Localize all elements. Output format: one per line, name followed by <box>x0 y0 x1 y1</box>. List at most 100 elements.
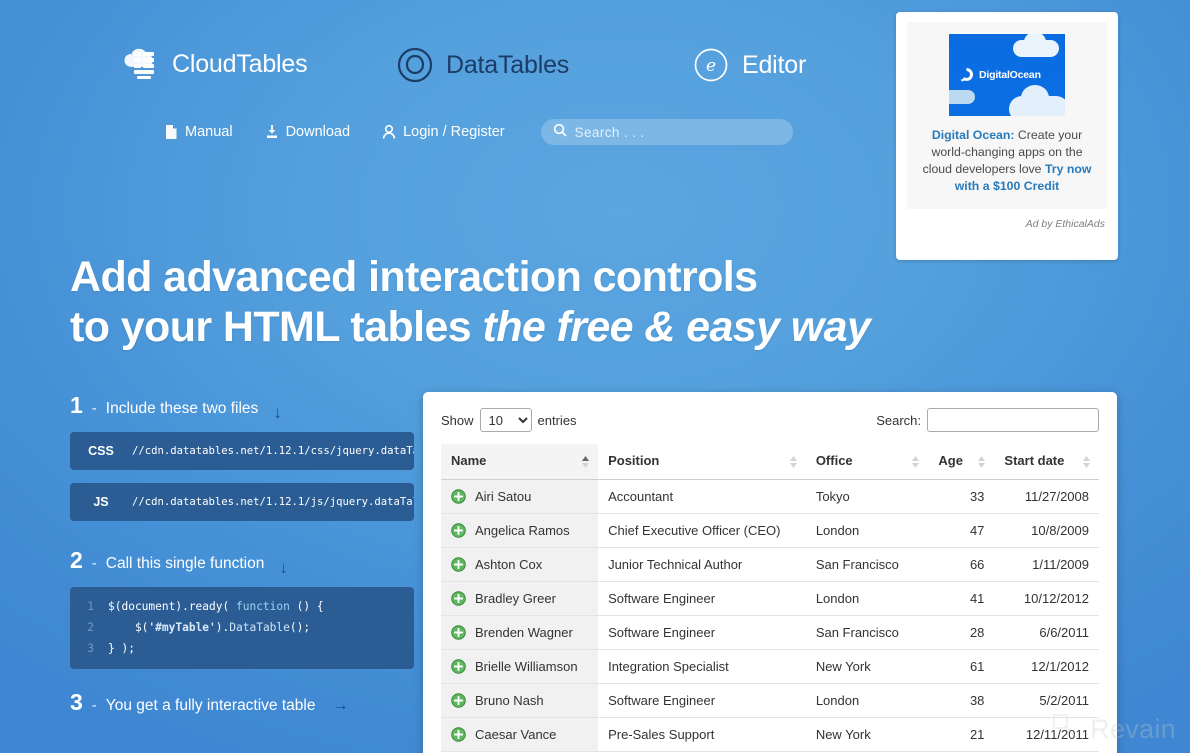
column-header-name[interactable]: Name <box>441 444 599 480</box>
nav-item-manual[interactable]: Manual <box>164 124 233 140</box>
name-cell: Brenden Wagner <box>451 625 588 640</box>
svg-text:e: e <box>706 56 716 76</box>
nav-item-manual-label: Manual <box>185 124 233 140</box>
page-title: Add advanced interaction controls to you… <box>70 252 900 352</box>
table-row[interactable]: Brielle Williamson Integration Specialist… <box>441 649 1099 684</box>
logo-datatables[interactable]: DataTables <box>396 46 569 84</box>
column-header-office-label: Office <box>815 453 853 468</box>
name-cell: Bruno Nash <box>451 693 588 708</box>
table-row[interactable]: Airi Satou Accountant Tokyo 33 11/27/2008 <box>441 479 1099 514</box>
table-header-row: Name Position Office Age Start date <box>441 444 1099 480</box>
table-cell-age: 33 <box>928 479 995 514</box>
table-cell-age: 47 <box>928 513 995 548</box>
file-url-js: //cdn.datatables.net/1.12.1/js/jquery.da… <box>132 496 414 508</box>
advertisement-panel[interactable]: DigitalOcean Digital Ocean: Create your … <box>896 12 1118 260</box>
datatable-search-input[interactable] <box>927 408 1099 432</box>
code-line: 3 } ); <box>70 638 414 659</box>
site-search-input[interactable]: Search . . . <box>540 119 793 145</box>
table-head: Name Position Office Age Start date <box>441 444 1099 480</box>
plus-circle-icon[interactable] <box>451 523 466 538</box>
sort-icon <box>789 455 798 469</box>
table-cell-name-label: Ashton Cox <box>475 557 543 572</box>
table-cell-name: Brenden Wagner <box>441 615 599 650</box>
table-row[interactable]: Bradley Greer Software Engineer London 41 10… <box>441 581 1099 616</box>
table-cell-name-label: Caesar Vance <box>475 727 557 742</box>
step-3-label: You get a fully interactive table <box>105 697 316 714</box>
nav-item-download-label: Download <box>285 124 351 140</box>
table-cell-name-label: Bruno Nash <box>475 693 544 708</box>
table-cell-position: Software Engineer <box>598 683 806 718</box>
table-row[interactable]: Ashton Cox Junior Technical Author San Fra… <box>441 547 1099 582</box>
logo-datatables-label: DataTables <box>446 50 570 79</box>
column-header-start-date[interactable]: Start date <box>994 444 1099 480</box>
column-header-age[interactable]: Age <box>928 444 995 480</box>
table-cell-name: Airi Satou <box>441 479 599 514</box>
table-cell-age: 28 <box>928 615 995 650</box>
column-header-office[interactable]: Office <box>805 444 929 480</box>
setup-steps: 1 - Include these two files ↓ CSS //cdn.… <box>70 392 414 729</box>
table-row[interactable]: Angelica Ramos Chief Executive Officer (C… <box>441 513 1099 548</box>
table-cell-age: 66 <box>928 547 995 582</box>
step-3-dash: - <box>91 697 97 714</box>
file-row-js[interactable]: JS //cdn.datatables.net/1.12.1/js/jquery… <box>70 483 414 521</box>
ad-image: DigitalOcean <box>949 34 1065 116</box>
plus-circle-icon[interactable] <box>451 727 466 742</box>
length-select[interactable]: 10 25 50 100 <box>479 408 532 432</box>
table-row[interactable]: Caesar Vance Pre-Sales Support New York 21 1… <box>441 717 1099 752</box>
logo-cloudtables[interactable]: CloudTables <box>118 44 308 84</box>
table-cell-name-label: Brenden Wagner <box>475 625 573 640</box>
file-url-css: //cdn.datatables.net/1.12.1/css/jquery.d… <box>132 445 414 457</box>
table-cell-office: San Francisco <box>805 547 929 582</box>
length-prefix-label: Show <box>441 412 474 428</box>
logo-editor[interactable]: e Editor <box>692 46 806 84</box>
file-row-css[interactable]: CSS //cdn.datatables.net/1.12.1/css/jque… <box>70 432 414 470</box>
plus-circle-icon[interactable] <box>451 489 466 504</box>
plus-circle-icon[interactable] <box>451 557 466 572</box>
nav-item-download[interactable]: Download <box>265 124 351 140</box>
nav-item-login-register[interactable]: Login / Register <box>382 124 505 140</box>
main-navigation: Manual Download Login / Register Search … <box>164 119 793 145</box>
ad-inner: DigitalOcean Digital Ocean: Create your … <box>907 22 1107 209</box>
table-row[interactable]: Brenden Wagner Software Engineer San Franc… <box>441 615 1099 650</box>
step-1-heading: 1 - Include these two files ↓ <box>70 392 414 422</box>
employee-table: Name Position Office Age Start date Airi… <box>441 444 1099 752</box>
table-cell-name: Ashton Cox <box>441 547 599 582</box>
nav-item-login-register-label: Login / Register <box>403 124 505 140</box>
code-line: 2 $('#myTable').DataTable(); <box>70 617 414 638</box>
table-cell-name: Caesar Vance <box>441 717 599 752</box>
hero-line-2-italic: the free & easy way <box>482 303 871 351</box>
plus-circle-icon[interactable] <box>451 625 466 640</box>
column-header-position-label: Position <box>608 453 660 468</box>
table-cell-start: 5/2/2011 <box>994 683 1099 718</box>
code-block[interactable]: 1 $(document).ready( function () { 2 $('… <box>70 587 414 669</box>
table-body: Airi Satou Accountant Tokyo 33 11/27/2008 Ang… <box>441 479 1099 752</box>
site-search-placeholder: Search . . . <box>574 124 645 140</box>
table-cell-name: Brielle Williamson <box>441 649 599 684</box>
ad-copy: Digital Ocean: Create your world-changin… <box>917 127 1097 195</box>
logo-editor-label: Editor <box>742 50 807 79</box>
step-1-number: 1 <box>70 392 83 418</box>
table-cell-name: Bradley Greer <box>441 581 599 616</box>
step-3-number: 3 <box>70 689 83 715</box>
hero-line-2-plain: to your HTML tables <box>70 303 483 351</box>
name-cell: Ashton Cox <box>451 557 588 572</box>
table-cell-start: 1/11/2009 <box>994 547 1099 582</box>
table-cell-office: New York <box>805 717 929 752</box>
table-row[interactable]: Bruno Nash Software Engineer London 38 5/2/2… <box>441 683 1099 718</box>
table-cell-name: Bruno Nash <box>441 683 599 718</box>
table-cell-position: Pre-Sales Support <box>598 717 806 752</box>
plus-circle-icon[interactable] <box>451 693 466 708</box>
plus-circle-icon[interactable] <box>451 659 466 674</box>
name-cell: Caesar Vance <box>451 727 588 742</box>
table-cell-age: 41 <box>928 581 995 616</box>
plus-circle-icon[interactable] <box>451 591 466 606</box>
step-1-label: Include these two files <box>105 400 259 417</box>
hero-line-1: Add advanced interaction controls <box>70 253 758 301</box>
file-tag-css: CSS <box>88 444 114 458</box>
table-cell-office: New York <box>805 649 929 684</box>
datatable-length-control: Show 10 25 50 100 entries <box>441 408 577 432</box>
cloud-shape-top <box>1013 34 1059 57</box>
column-header-position[interactable]: Position <box>598 444 806 480</box>
cloud-shape-bottom <box>1009 85 1065 116</box>
table-cell-start: 6/6/2011 <box>994 615 1099 650</box>
